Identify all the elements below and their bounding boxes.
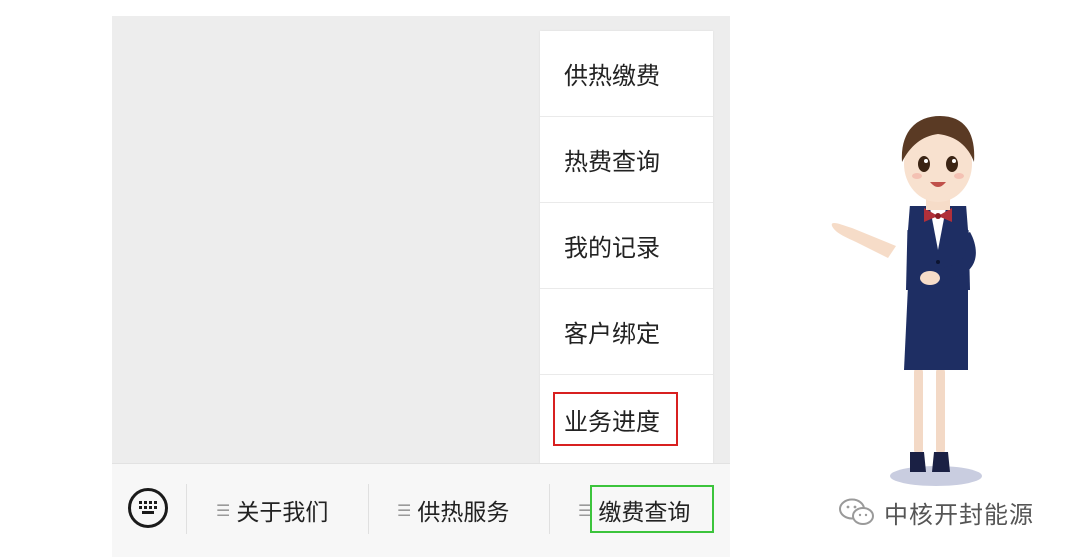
submenu-item-label: 热费查询 [564, 148, 660, 176]
submenu-item-label: 供热缴费 [564, 62, 660, 90]
submenu-item-business-progress[interactable]: 业务进度 [540, 375, 713, 464]
divider [186, 484, 187, 534]
submenu-item-label: 业务进度 [564, 408, 660, 436]
menu-tab-heating-service[interactable]: ☰ 供热服务 [397, 492, 509, 528]
submenu-item-customer-binding[interactable]: 客户绑定 [540, 289, 713, 375]
menu-tab-label: 供热服务 [417, 500, 510, 526]
submenu-item-heat-fee-query[interactable]: 热费查询 [540, 117, 713, 203]
submenu-item-my-records[interactable]: 我的记录 [540, 203, 713, 289]
menu-tab-about-us[interactable]: ☰ 关于我们 [216, 492, 328, 528]
submenu-item-label: 我的记录 [564, 234, 660, 262]
bottom-menu-bar: ☰ 关于我们 ☰ 供热服务 ☰ 缴费查询 [112, 463, 730, 557]
menu-lines-icon: ☰ [397, 500, 412, 520]
wechat-icon [839, 498, 874, 525]
brand-watermark: 中核开封能源 [838, 496, 1034, 529]
mascot-illustration [818, 100, 998, 495]
divider [368, 484, 369, 534]
submenu-item-heating-payment[interactable]: 供热缴费 [540, 31, 713, 117]
divider [549, 484, 550, 534]
submenu-popup: 供热缴费 热费查询 我的记录 客户绑定 业务进度 [540, 31, 713, 464]
highlight-box-green [590, 485, 714, 533]
menu-lines-icon: ☰ [216, 500, 231, 520]
submenu-item-label: 客户绑定 [564, 320, 660, 348]
phone-screen: 供热缴费 热费查询 我的记录 客户绑定 业务进度 ☰ 关于我们 ☰ 供热服务 ☰… [112, 16, 730, 557]
keyboard-icon[interactable] [128, 488, 168, 528]
brand-name: 中核开封能源 [884, 500, 1034, 529]
menu-tab-label: 关于我们 [236, 500, 329, 526]
